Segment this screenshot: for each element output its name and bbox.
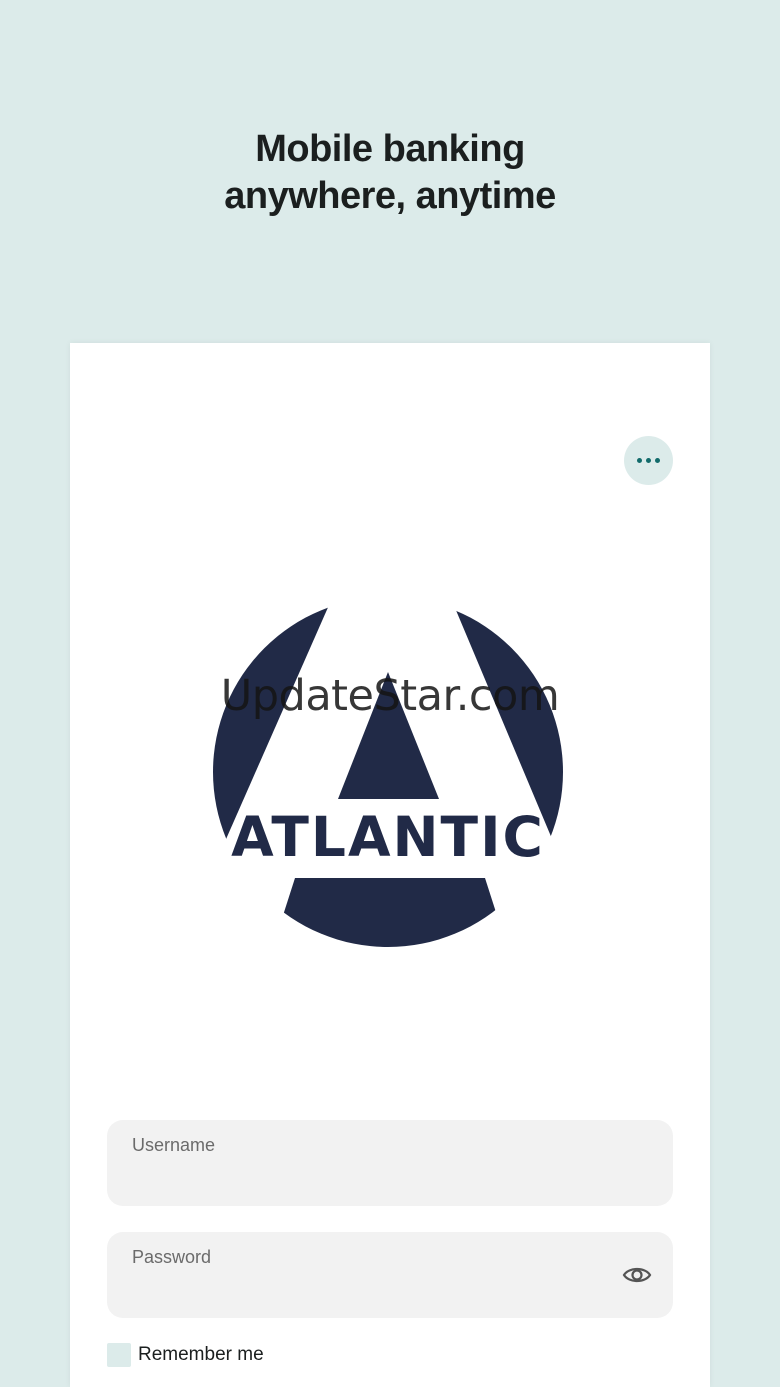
eye-icon[interactable] <box>621 1259 653 1291</box>
watermark-text: UpdateStar.com <box>220 671 560 721</box>
logo-wordmark: ATLANTIC <box>231 805 545 869</box>
login-card: ATLANTIC UpdateStar.com Username Passwor… <box>70 343 710 1387</box>
page-title: Mobile banking anywhere, anytime <box>0 126 780 220</box>
username-label: Username <box>132 1135 216 1155</box>
username-input[interactable] <box>132 1168 612 1194</box>
page-title-line-2: anywhere, anytime <box>224 175 556 217</box>
remember-me-label: Remember me <box>138 1344 264 1365</box>
username-field[interactable]: Username <box>107 1120 673 1206</box>
remember-me-toggle[interactable]: Remember me <box>107 1343 264 1367</box>
password-field[interactable]: Password <box>107 1232 673 1318</box>
page-title-line-1: Mobile banking <box>255 128 525 170</box>
login-screen: Mobile banking anywhere, anytime ATLANTI… <box>0 0 780 1387</box>
atlantic-logo: ATLANTIC <box>213 597 563 947</box>
password-input[interactable] <box>132 1280 612 1306</box>
more-horizontal-icon <box>637 458 660 463</box>
remember-me-checkbox[interactable] <box>107 1343 131 1367</box>
password-label: Password <box>132 1247 212 1267</box>
more-options-button[interactable] <box>624 436 673 485</box>
